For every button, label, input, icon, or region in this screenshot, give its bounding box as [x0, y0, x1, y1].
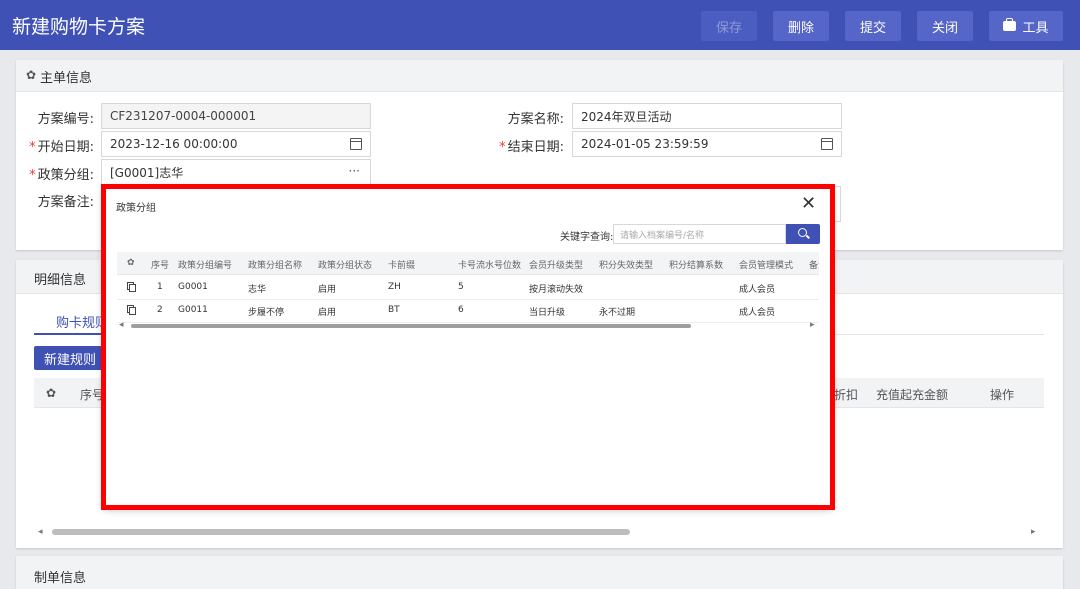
start-date-label-text: 开始日期:	[37, 140, 94, 155]
new-rule-button[interactable]: 新建规则	[34, 346, 106, 370]
policy-group-dialog: 政策分组 ✕ 关键字查询: 请输入档案编号/名称 ✿ 序号 政策分组编号 政策分…	[104, 187, 831, 507]
save-button[interactable]: 保存	[701, 11, 757, 41]
end-date-field[interactable]: 2024-01-05 23:59:59	[572, 131, 842, 157]
cell-mode: 成人会员	[739, 285, 776, 295]
required-mark: *	[29, 140, 36, 155]
tools-label: 工具	[1022, 20, 1049, 36]
search-button[interactable]	[786, 224, 820, 244]
top-bar: 新建购物卡方案 保存 删除 提交 关闭 工具	[0, 0, 1080, 50]
cell-prefix: ZH	[388, 282, 401, 292]
cell-name: 志华	[248, 285, 267, 295]
calendar-icon[interactable]	[350, 138, 362, 150]
copy-icon[interactable]	[127, 305, 136, 315]
col-seq: 序号	[151, 261, 170, 271]
calendar-icon[interactable]	[821, 138, 833, 150]
col-remark: 备注	[809, 261, 819, 271]
col-card-prefix: 卡前缀	[388, 261, 416, 271]
keyword-search-input[interactable]: 请输入档案编号/名称	[613, 224, 786, 244]
col-member-mode: 会员管理模式	[739, 261, 794, 271]
close-icon[interactable]: ✕	[801, 195, 816, 213]
tab-card-rules[interactable]: 购卡规则	[56, 312, 108, 331]
cell-digits: 5	[458, 282, 464, 292]
col-action: 操作	[990, 388, 1015, 402]
scheme-name-label: 方案名称:	[507, 112, 564, 127]
cell-status: 启用	[318, 285, 337, 295]
creator-title: 制单信息	[34, 571, 87, 586]
end-date-label: * 结束日期:	[496, 136, 564, 155]
page-title: 新建购物卡方案	[12, 16, 146, 38]
dialog-horizontal-scrollbar[interactable]	[131, 324, 691, 328]
col-recharge-min: 充值起充金额	[876, 388, 949, 402]
cell-prefix: BT	[388, 305, 400, 315]
main-info-title: 主单信息	[40, 71, 93, 86]
scroll-right-arrow[interactable]: ▸	[1031, 527, 1036, 537]
dialog-scroll-right-arrow[interactable]: ▸	[810, 320, 815, 330]
cell-seq: 2	[157, 305, 163, 315]
col-group-name: 政策分组名称	[248, 261, 303, 271]
search-icon-handle	[806, 234, 810, 239]
required-mark: *	[499, 140, 506, 155]
scheme-no-field: CF231207-0004-000001	[101, 103, 371, 129]
copy-icon[interactable]	[127, 282, 136, 292]
cell-status: 启用	[318, 308, 337, 318]
col-group-status: 政策分组状态	[318, 261, 373, 271]
detail-title: 明细信息	[34, 273, 87, 288]
main-info-header: ✿ 主单信息	[16, 60, 1063, 92]
policy-group-field[interactable]: [G0001]志华 ···	[101, 159, 371, 185]
col-discount: 折扣	[834, 388, 859, 402]
cell-code: G0011	[178, 305, 208, 315]
cell-expire: 永不过期	[599, 308, 636, 318]
policy-group-label-text: 政策分组:	[37, 168, 94, 183]
gear-icon[interactable]: ✿	[46, 386, 56, 400]
cell-mode: 成人会员	[739, 308, 776, 318]
submit-button[interactable]: 提交	[845, 11, 901, 41]
tools-button[interactable]: 工具	[989, 11, 1063, 41]
cell-upgrade: 当日升级	[529, 308, 566, 318]
briefcase-icon	[1003, 18, 1017, 31]
table-row[interactable]: 2 G0011 步履不停 启用 BT 6 当日升级 永不过期 成人会员	[117, 299, 819, 323]
detail-horizontal-scrollbar[interactable]	[52, 529, 630, 535]
start-date-field[interactable]: 2023-12-16 00:00:00	[101, 131, 371, 157]
col-serial-digits: 卡号流水号位数	[458, 261, 522, 271]
col-upgrade-type: 会员升级类型	[529, 261, 584, 271]
cell-upgrade: 按月滚动失效	[529, 285, 584, 295]
col-group-code: 政策分组编号	[178, 261, 233, 271]
policy-group-label: * 政策分组:	[26, 164, 94, 183]
start-date-value: 2023-12-16 00:00:00	[110, 137, 238, 151]
remark-label: 方案备注:	[37, 195, 94, 210]
end-date-label-text: 结束日期:	[507, 140, 564, 155]
cell-name: 步履不停	[248, 308, 285, 318]
col-points-coef: 积分结算系数	[669, 261, 724, 271]
keyword-label: 关键字查询:	[560, 232, 614, 243]
cell-digits: 6	[458, 305, 464, 315]
policy-group-value: [G0001]志华	[110, 165, 184, 180]
col-seq: 序号	[80, 388, 105, 402]
dialog-scroll-left-arrow[interactable]: ◂	[119, 320, 124, 330]
dialog-title: 政策分组	[116, 203, 156, 214]
scheme-name-field[interactable]: 2024年双旦活动	[572, 103, 842, 129]
scheme-no-label: 方案编号:	[37, 112, 94, 127]
gear-icon[interactable]: ✿	[127, 258, 135, 268]
scroll-left-arrow[interactable]: ◂	[38, 527, 43, 537]
gear-icon: ✿	[26, 68, 37, 82]
cell-code: G0001	[178, 282, 208, 292]
creator-card: 制单信息	[16, 556, 1063, 589]
required-mark: *	[29, 168, 36, 183]
table-row[interactable]: 1 G0001 志华 启用 ZH 5 按月滚动失效 成人会员	[117, 276, 819, 300]
cell-seq: 1	[157, 282, 163, 292]
dialog-table-header: ✿ 序号 政策分组编号 政策分组名称 政策分组状态 卡前缀 卡号流水号位数 会员…	[117, 252, 819, 275]
end-date-value: 2024-01-05 23:59:59	[581, 137, 709, 151]
creator-header: 制单信息	[16, 556, 1063, 589]
col-points-expire: 积分失效类型	[599, 261, 654, 271]
close-button[interactable]: 关闭	[917, 11, 973, 41]
delete-button[interactable]: 删除	[773, 11, 829, 41]
more-icon[interactable]: ···	[349, 164, 360, 178]
start-date-label: * 开始日期:	[26, 136, 94, 155]
